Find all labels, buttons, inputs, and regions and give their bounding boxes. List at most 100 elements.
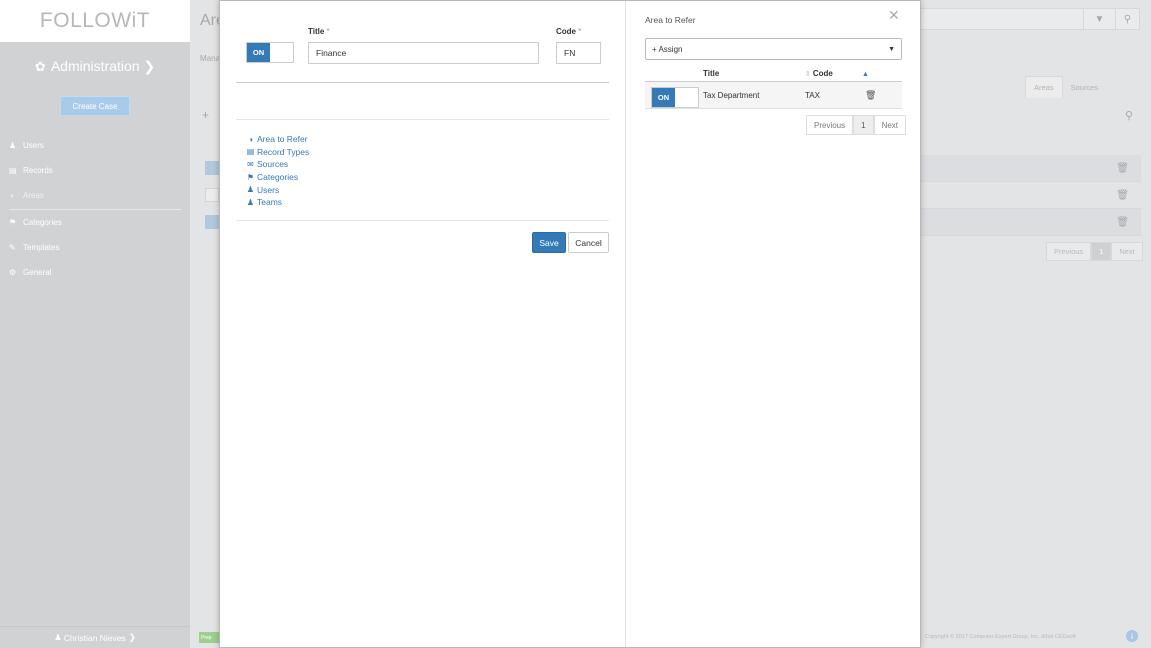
link-users[interactable]: ♟ Users [245, 183, 309, 196]
table-row: 🗑 [920, 155, 1141, 182]
sidebar-item-label: Areas [23, 191, 44, 201]
sidebar-item-label: General [23, 268, 52, 278]
link-label: Sources [257, 159, 289, 170]
search-icon: ⚲ [1125, 110, 1134, 122]
status-toggle[interactable]: ON [651, 87, 699, 108]
tab-sources: Sources [1070, 82, 1099, 92]
right-pane-title: Area to Refer [645, 15, 696, 25]
toggle-on-label: ON [247, 43, 270, 62]
col-sort[interactable]: ▲ [847, 69, 902, 78]
sidebar-item-general[interactable]: ⚙ General [0, 260, 190, 285]
cancel-button[interactable]: Cancel [568, 232, 609, 253]
col-title[interactable]: Title [703, 69, 805, 78]
sidebar-item-label: Templates [23, 242, 60, 252]
divider [236, 119, 609, 120]
sidebar-nav: ♟ Users ▤ Records ◑ Areas ⚑ Categories ✎… [0, 133, 190, 285]
row-code: TAX [805, 90, 820, 100]
gears-icon: ⚙ [9, 268, 17, 278]
trash-icon: 🗑 [1116, 189, 1129, 201]
records-icon: ▤ [9, 166, 17, 176]
title-label-text: Title [308, 27, 325, 36]
chevron-right-icon: ❯ [128, 632, 136, 642]
sidebar-item-label: Categories [23, 217, 62, 227]
table-row: ON Tax Department TAX 🗑 [645, 82, 902, 109]
search-icon: ⚲ [1115, 9, 1139, 29]
info-icon: i [1126, 630, 1138, 642]
user-name: Christian Nieves [63, 632, 126, 643]
page-current[interactable]: 1 [853, 115, 874, 135]
link-categories[interactable]: ⚑ Categories [245, 171, 309, 184]
assign-dropdown[interactable]: + Assign ▼ [645, 38, 902, 60]
col-code-label: Code [812, 68, 833, 78]
prev-button[interactable]: Previous [806, 115, 854, 135]
divider [236, 220, 609, 221]
filter-icon: ▼ [1083, 9, 1115, 29]
sort-asc-icon: ▲ [862, 70, 869, 78]
toggle-on-label: ON [652, 88, 675, 107]
tag-icon: ⚑ [246, 172, 255, 182]
col-code[interactable]: ⇕ Code [805, 69, 847, 78]
sidebar-item-areas[interactable]: ◑ Areas [0, 183, 190, 208]
code-input[interactable]: FN [556, 42, 601, 64]
sidebar-item-users[interactable]: ♟ Users [0, 133, 190, 158]
link-area-to-refer[interactable]: ◑ Area to Refer [245, 133, 309, 146]
title-label: Title * [308, 27, 330, 36]
link-label: Record Types [257, 146, 310, 157]
credit-card-icon: ▤ [246, 147, 255, 157]
sidebar-item-categories[interactable]: ⚑ Categories [0, 210, 190, 235]
tag-icon: ⚑ [9, 217, 17, 227]
sidebar: FOLLOWiT ✿ Administration ❯ Create Case … [0, 0, 190, 648]
status-badge: Prep [199, 632, 219, 643]
code-label-text: Code [556, 27, 576, 36]
sidebar-item-records[interactable]: ▤ Records [0, 158, 190, 183]
create-case-button[interactable]: Create Case [60, 96, 130, 116]
divider [236, 82, 609, 83]
link-label: Categories [257, 172, 299, 183]
link-teams[interactable]: ♟​ Teams [245, 196, 309, 209]
next-button[interactable]: Next [873, 115, 907, 135]
status-toggle [205, 161, 219, 175]
user-icon: ♟ [54, 632, 62, 642]
app-logo[interactable]: FOLLOWiT [40, 9, 150, 33]
row-status-cell: ON [645, 82, 703, 108]
template-icon: ✎ [9, 242, 16, 252]
link-record-types[interactable]: ▤ Record Types [245, 146, 310, 159]
sidebar-item-label: Users [23, 141, 44, 151]
trash-icon[interactable]: 🗑 [865, 90, 876, 100]
user-icon: ♟ [246, 185, 255, 195]
sidebar-title[interactable]: ✿ Administration ❯ [0, 58, 190, 75]
row-title: Tax Department [703, 90, 760, 100]
page-current: 1 [1091, 242, 1112, 261]
status-toggle[interactable]: ON [246, 42, 294, 63]
sidebar-item-templates[interactable]: ✎ Templates [0, 235, 190, 260]
group-icon: ♟​ [246, 197, 255, 207]
link-label: Users [257, 184, 280, 195]
title-input[interactable]: Finance [308, 42, 539, 64]
table-row: 🗑 [920, 182, 1141, 209]
col-status [645, 65, 703, 81]
edit-area-modal: ON Title * Finance Code * FN ◑ Area to R… [219, 0, 921, 648]
background-table: 🗑 🗑 🗑 [920, 155, 1141, 236]
background-pagination: Previous 1 Next [1046, 242, 1143, 261]
assigned-areas-table: Title ⇕ Code ▲ ON Tax Department TAX 🗑 [645, 65, 902, 109]
tabs: Areas Sources [1025, 76, 1106, 98]
sort-icon: ⇕ [805, 70, 811, 78]
user-menu[interactable]: ♟ Christian Nieves ❯ [0, 626, 190, 648]
logo-bar: FOLLOWiT [0, 0, 190, 42]
status-toggle [205, 215, 219, 229]
plus-icon: + [202, 108, 210, 122]
sidebar-item-label: Records [23, 166, 53, 176]
next-button: Next [1111, 242, 1143, 261]
link-sources[interactable]: ✉ Sources [245, 158, 309, 171]
assign-label: + Assign [652, 44, 683, 54]
link-label: Teams [257, 197, 283, 208]
pagination: Previous 1 Next [806, 115, 907, 135]
save-button[interactable]: Save [532, 232, 566, 253]
table-row: 🗑 [920, 209, 1141, 236]
search-bar: ▼ ⚲ [920, 8, 1140, 30]
envelope-icon: ✉ [247, 159, 254, 169]
close-icon[interactable]: ✕ [888, 7, 900, 24]
col-title-label: Title [703, 68, 720, 78]
gear-icon: ✿ [34, 59, 46, 74]
trash-icon: 🗑 [1116, 162, 1129, 174]
